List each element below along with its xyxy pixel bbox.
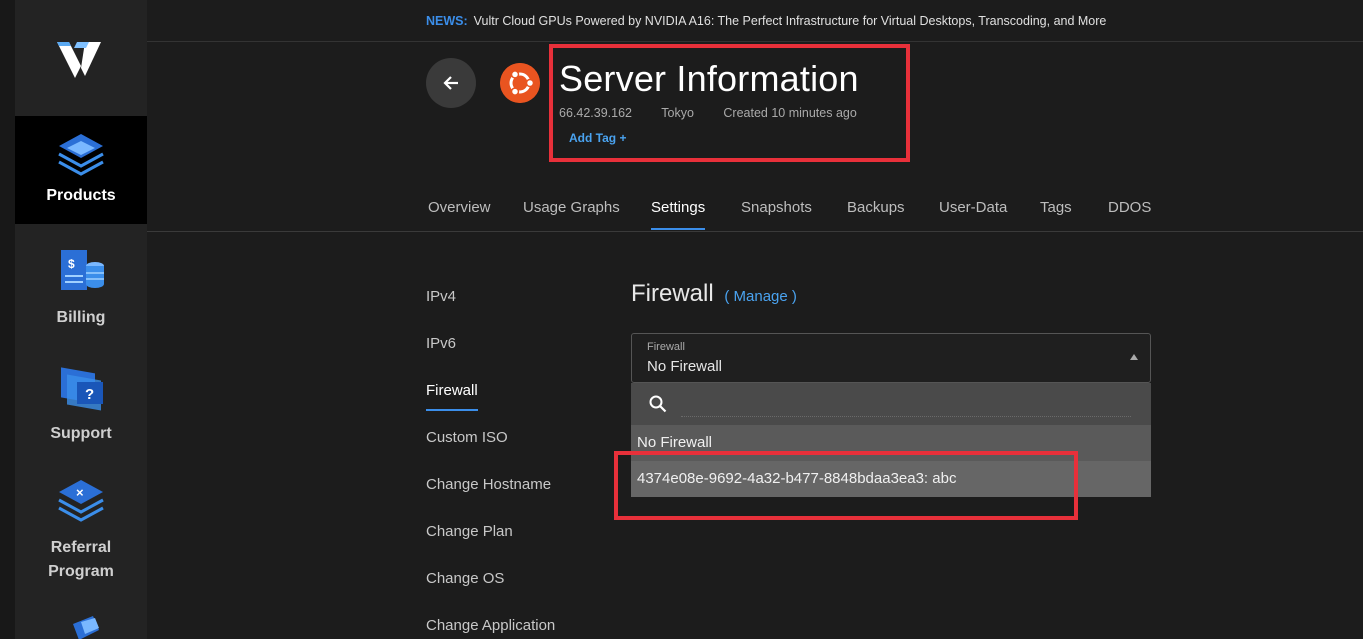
settings-item-firewall[interactable]: Firewall bbox=[426, 382, 478, 411]
settings-item-change-os[interactable]: Change OS bbox=[426, 570, 504, 587]
billing-icon: $ bbox=[61, 250, 104, 290]
search-icon bbox=[649, 395, 667, 413]
sidebar-item-referral[interactable]: × Referral Program bbox=[15, 476, 147, 588]
tab-settings[interactable]: Settings bbox=[651, 199, 706, 230]
dropdown-search-input[interactable] bbox=[681, 391, 1131, 417]
svg-text:×: × bbox=[76, 485, 84, 500]
firewall-heading: Firewall ( Manage ) bbox=[631, 280, 797, 308]
more-products-icon[interactable] bbox=[53, 614, 109, 639]
settings-item-ipv4[interactable]: IPv4 bbox=[426, 288, 456, 305]
svg-text:?: ? bbox=[85, 386, 94, 403]
sidebar-item-label: Referral Program bbox=[48, 539, 114, 580]
settings-item-change-application[interactable]: Change Application bbox=[426, 617, 555, 634]
back-button[interactable] bbox=[426, 58, 476, 108]
main-content: NEWS: Vultr Cloud GPUs Powered by NVIDIA … bbox=[147, 0, 1363, 639]
firewall-select-value: No Firewall bbox=[647, 358, 723, 375]
arrow-left-icon bbox=[443, 76, 458, 90]
sidebar-item-billing[interactable]: $ Billing bbox=[15, 244, 147, 344]
tab-usage-graphs[interactable]: Usage Graphs bbox=[523, 199, 620, 216]
dropdown-search bbox=[631, 383, 1151, 425]
highlight-box-header bbox=[549, 44, 910, 162]
sidebar-item-label: Billing bbox=[56, 309, 106, 326]
products-icon bbox=[58, 134, 104, 176]
caret-up-icon bbox=[1130, 354, 1138, 360]
news-banner[interactable]: NEWS: Vultr Cloud GPUs Powered by NVIDIA … bbox=[147, 0, 1363, 42]
tab-overview[interactable]: Overview bbox=[428, 199, 491, 216]
sidebar: Products $ Billing ? Support × Referral … bbox=[15, 0, 155, 639]
sidebar-item-label: Support bbox=[50, 425, 112, 442]
news-label: NEWS: bbox=[426, 14, 468, 28]
firewall-select[interactable]: Firewall No Firewall bbox=[631, 333, 1151, 383]
tab-backups[interactable]: Backups bbox=[847, 199, 905, 216]
tab-tags[interactable]: Tags bbox=[1040, 199, 1072, 216]
tab-bar: Overview Usage Graphs Settings Snapshots… bbox=[147, 186, 1363, 232]
ubuntu-icon bbox=[500, 63, 540, 103]
left-edge-strip bbox=[0, 0, 15, 639]
page: Products $ Billing ? Support × Referral … bbox=[0, 0, 1363, 639]
highlight-box-option bbox=[614, 451, 1078, 520]
tab-snapshots[interactable]: Snapshots bbox=[741, 199, 812, 216]
sidebar-item-label: Products bbox=[46, 187, 116, 204]
settings-item-change-plan[interactable]: Change Plan bbox=[426, 523, 513, 540]
firewall-select-label: Firewall bbox=[647, 341, 685, 353]
tab-user-data[interactable]: User-Data bbox=[939, 199, 1007, 216]
svg-text:$: $ bbox=[68, 257, 75, 271]
sidebar-item-products[interactable]: Products bbox=[15, 116, 155, 224]
support-icon: ? bbox=[61, 367, 103, 411]
settings-item-change-hostname[interactable]: Change Hostname bbox=[426, 476, 551, 493]
manage-firewall-link[interactable]: ( Manage ) bbox=[724, 288, 797, 305]
vultr-logo[interactable] bbox=[55, 40, 105, 84]
tab-ddos[interactable]: DDOS bbox=[1108, 199, 1151, 216]
settings-item-custom-iso[interactable]: Custom ISO bbox=[426, 429, 508, 446]
sidebar-item-support[interactable]: ? Support bbox=[15, 360, 147, 460]
firewall-heading-text: Firewall bbox=[631, 280, 714, 307]
news-text: Vultr Cloud GPUs Powered by NVIDIA A16: … bbox=[473, 14, 1107, 28]
settings-item-ipv6[interactable]: IPv6 bbox=[426, 335, 456, 352]
referral-icon: × bbox=[58, 480, 104, 522]
